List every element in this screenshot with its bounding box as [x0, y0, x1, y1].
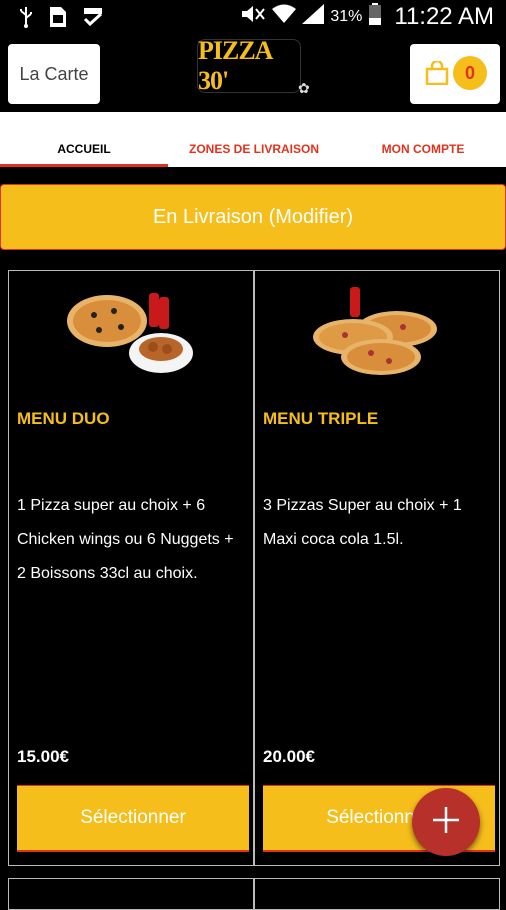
menu-triple-image	[313, 287, 437, 375]
mute-icon	[240, 4, 266, 30]
select-button[interactable]: Sélectionner	[17, 785, 249, 852]
usb-icon	[18, 5, 34, 34]
logo: PIZZA 30'	[197, 36, 301, 95]
wifi-icon	[272, 4, 297, 30]
tab-zones-de-livraison[interactable]: ZONES DE LIVRAISON	[168, 142, 340, 156]
status-bar: 31% 11:22 AM	[0, 0, 506, 34]
menu-card-partial[interactable]	[8, 878, 254, 910]
sim-icon	[48, 5, 68, 34]
battery-percent: 31	[330, 8, 349, 25]
plus-icon	[431, 805, 461, 840]
menu-title: MENU DUO	[17, 409, 110, 428]
clock: 11:22 AM	[394, 3, 494, 30]
cart-button[interactable]: 0	[410, 44, 500, 104]
shopping-bag-icon	[424, 59, 450, 90]
check-icon	[82, 6, 104, 33]
menu-price: 20.00€	[263, 747, 315, 766]
add-fab-button[interactable]	[412, 788, 480, 856]
active-tab-indicator	[0, 164, 168, 167]
system-status: 31% 11:22 AM	[240, 3, 494, 31]
cart-count-badge: 0	[453, 56, 487, 90]
menu-description: 3 Pizzas Super au choix + 1 Maxi coca co…	[263, 497, 462, 548]
notification-icons	[18, 5, 104, 34]
battery-icon	[368, 3, 382, 31]
tab-bar: ACCUEIL ZONES DE LIVRAISON MON COMPTE	[0, 112, 506, 167]
menu-card-partial[interactable]	[254, 878, 500, 910]
menu-button[interactable]: La Carte	[8, 44, 100, 104]
menu-card-duo[interactable]: MENU DUO 1 Pizza super au choix + 6 Chic…	[8, 270, 254, 866]
battery-percent-symbol: %	[348, 8, 363, 25]
menu-duo-image	[67, 293, 193, 373]
signal-icon	[302, 4, 325, 30]
menu-description: 1 Pizza super au choix + 6 Chicken wings…	[17, 497, 234, 582]
logo-mark: ✿	[298, 80, 310, 96]
menu-title: MENU TRIPLE	[263, 409, 379, 428]
tab-accueil[interactable]: ACCUEIL	[0, 142, 168, 156]
app-bar: La Carte PIZZA 30' ✿ 0	[0, 34, 506, 112]
menu-price: 15.00€	[17, 747, 69, 766]
menu-card-triple[interactable]: MENU TRIPLE 3 Pizzas Super au choix + 1 …	[254, 270, 500, 866]
delivery-mode-button[interactable]: En Livraison (Modifier)	[0, 184, 506, 250]
tab-mon-compte[interactable]: MON COMPTE	[340, 142, 506, 156]
